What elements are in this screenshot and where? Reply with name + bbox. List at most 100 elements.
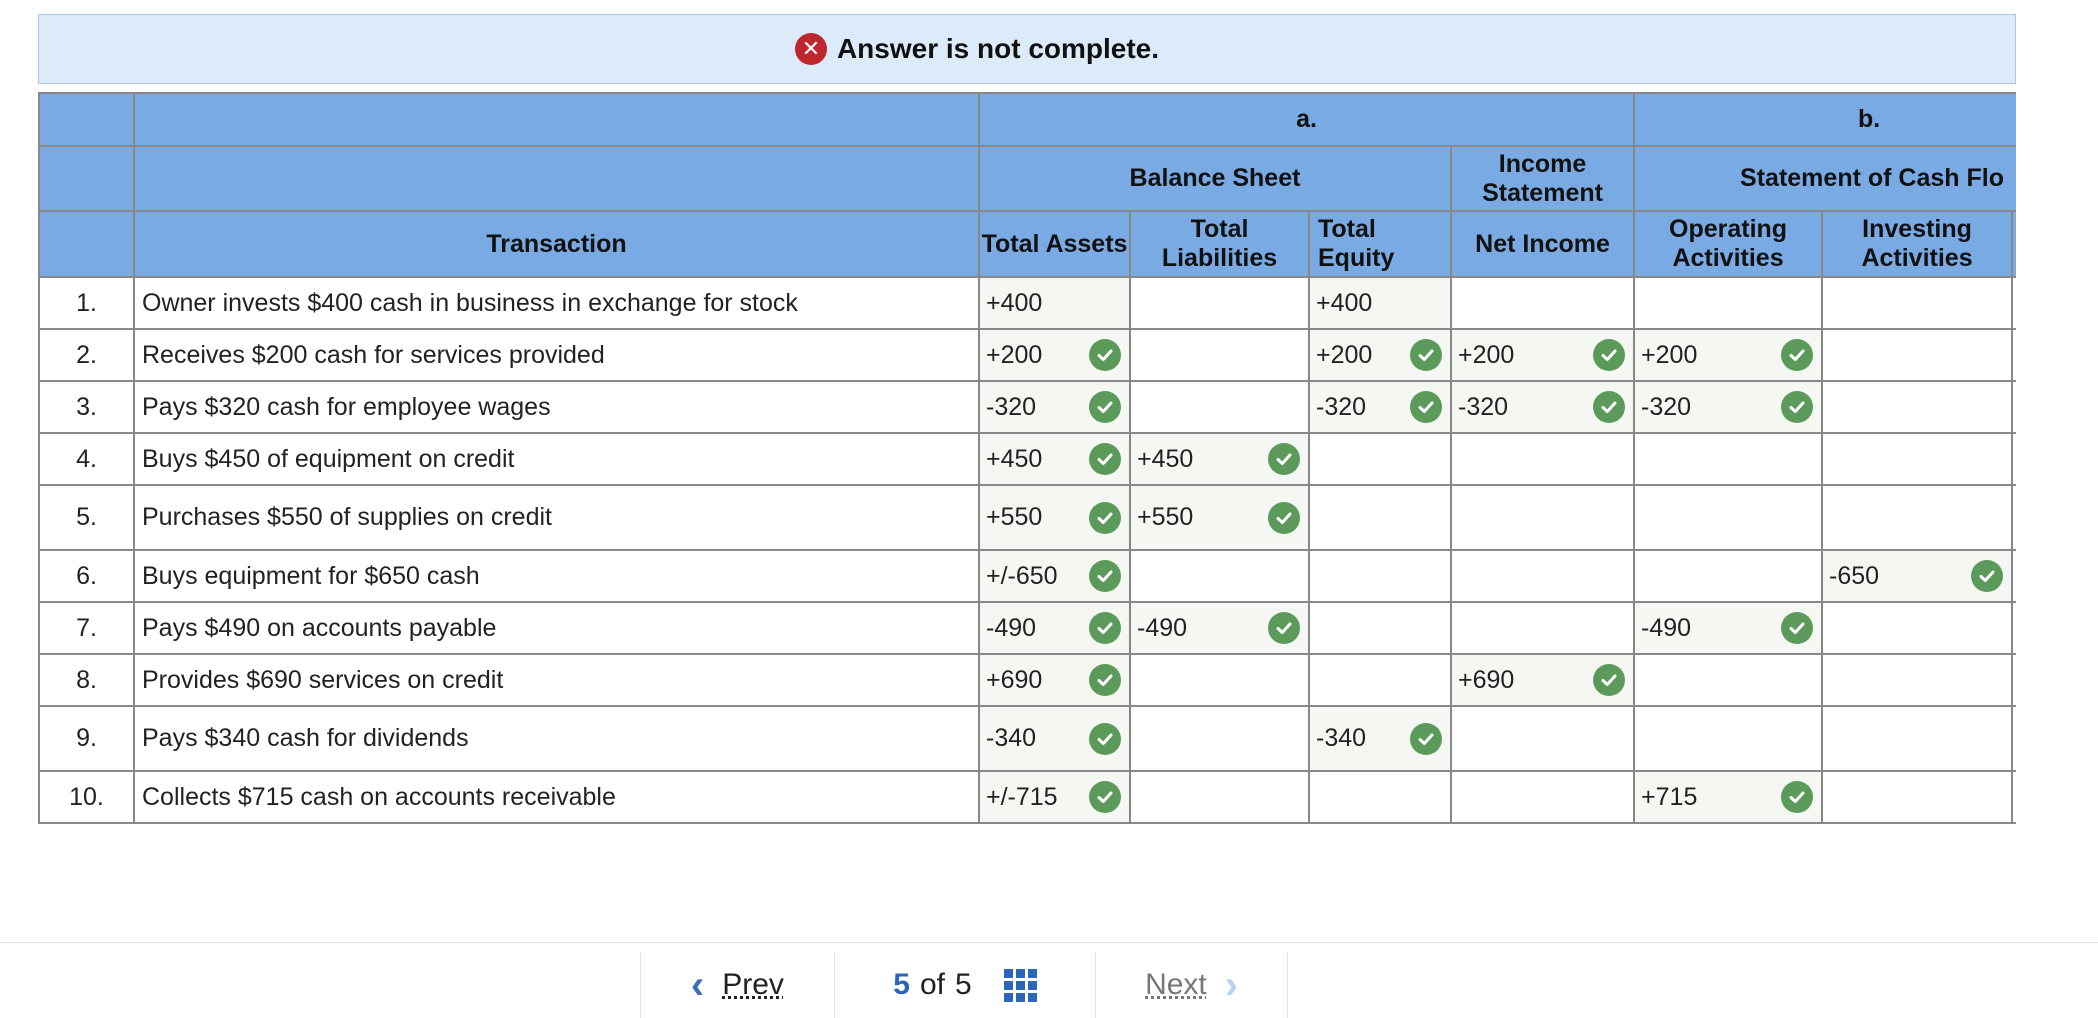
answer-cell-net-income[interactable] — [1449, 705, 1636, 772]
answer-input[interactable] — [1310, 486, 1450, 549]
answer-input[interactable] — [1310, 434, 1450, 484]
answer-cell-assets[interactable]: +/-715 — [978, 770, 1131, 824]
answer-cell-equity[interactable]: +200 — [1308, 328, 1452, 382]
answer-input[interactable] — [1823, 707, 2011, 770]
answer-input[interactable]: -320 — [1635, 382, 1822, 432]
answer-cell-liabilities[interactable] — [1129, 705, 1310, 772]
answer-input[interactable]: +200 — [1310, 330, 1450, 380]
answer-input[interactable]: -320 — [1310, 382, 1450, 432]
answer-input[interactable] — [1823, 330, 2011, 380]
answer-cell-operating[interactable]: -320 — [1633, 380, 1824, 434]
answer-cell-operating[interactable] — [1633, 484, 1824, 551]
answer-cell-liabilities[interactable]: -490 — [1129, 601, 1310, 655]
answer-cell-investing[interactable] — [1821, 432, 2014, 486]
answer-cell-operating[interactable] — [1633, 276, 1824, 330]
answer-input[interactable] — [1131, 278, 1308, 328]
answer-input[interactable] — [1131, 551, 1308, 601]
answer-cell-investing[interactable] — [1821, 380, 2014, 434]
answer-cell-operating[interactable] — [1633, 432, 1824, 486]
answer-input[interactable]: -340 — [1310, 707, 1450, 770]
answer-cell-equity[interactable] — [1308, 484, 1452, 551]
answer-input[interactable] — [1310, 551, 1450, 601]
answer-input[interactable] — [1635, 486, 1821, 549]
answer-cell-assets[interactable]: +550 — [978, 484, 1131, 551]
next-button[interactable]: Next › — [1095, 952, 1288, 1018]
answer-cell-liabilities[interactable]: +450 — [1129, 432, 1310, 486]
answer-input[interactable] — [1823, 655, 2011, 705]
answer-cell-net-income[interactable] — [1449, 432, 1636, 486]
answer-input[interactable]: +400 — [1310, 278, 1450, 328]
answer-cell-operating[interactable] — [1633, 705, 1824, 772]
answer-cell-operating[interactable] — [1633, 653, 1824, 707]
answer-input[interactable] — [1635, 434, 1821, 484]
answer-cell-net-income[interactable]: +200 — [1449, 328, 1636, 382]
answer-input[interactable] — [1131, 707, 1308, 770]
answer-cell-equity[interactable] — [1308, 549, 1452, 603]
answer-input[interactable] — [1823, 772, 2011, 822]
answer-cell-assets[interactable]: -340 — [978, 705, 1131, 772]
answer-cell-liabilities[interactable] — [1129, 276, 1310, 330]
answer-cell-operating[interactable]: -490 — [1633, 601, 1824, 655]
answer-cell-operating[interactable] — [1633, 549, 1824, 603]
answer-input[interactable]: +715 — [1635, 772, 1822, 822]
answer-input[interactable] — [1823, 486, 2011, 549]
answer-input[interactable] — [1310, 772, 1450, 822]
answer-cell-liabilities[interactable] — [1129, 549, 1310, 603]
answer-input[interactable]: +550 — [980, 486, 1129, 549]
answer-cell-equity[interactable] — [1308, 770, 1452, 824]
answer-input[interactable]: +200 — [1635, 330, 1822, 380]
answer-cell-assets[interactable]: +/-650 — [978, 549, 1131, 603]
answer-input[interactable] — [1452, 434, 1633, 484]
answer-input[interactable] — [1452, 707, 1633, 770]
answer-input[interactable]: -490 — [1131, 603, 1308, 653]
answer-cell-net-income[interactable] — [1449, 549, 1636, 603]
answer-input[interactable]: +450 — [980, 434, 1129, 484]
answer-input[interactable] — [1131, 772, 1308, 822]
answer-cell-investing[interactable]: -650 — [1821, 549, 2014, 603]
answer-cell-net-income[interactable]: +690 — [1449, 653, 1636, 707]
answer-input[interactable] — [1635, 655, 1821, 705]
answer-cell-investing[interactable] — [1821, 770, 2014, 824]
answer-input[interactable]: -320 — [1452, 382, 1634, 432]
answer-cell-investing[interactable] — [1821, 484, 2014, 551]
answer-cell-net-income[interactable] — [1449, 770, 1636, 824]
answer-cell-assets[interactable]: +400 — [978, 276, 1131, 330]
answer-input[interactable] — [1823, 434, 2011, 484]
answer-input[interactable] — [1131, 382, 1308, 432]
answer-cell-liabilities[interactable] — [1129, 328, 1310, 382]
answer-cell-investing[interactable] — [1821, 705, 2014, 772]
answer-cell-equity[interactable] — [1308, 601, 1452, 655]
answer-input[interactable] — [1131, 330, 1308, 380]
answer-input[interactable]: +690 — [1452, 655, 1634, 705]
answer-cell-equity[interactable] — [1308, 432, 1452, 486]
answer-cell-investing[interactable] — [1821, 601, 2014, 655]
answer-input[interactable] — [1131, 655, 1308, 705]
answer-input[interactable] — [1635, 707, 1821, 770]
answer-input[interactable] — [1823, 278, 2011, 328]
answer-cell-assets[interactable]: -490 — [978, 601, 1131, 655]
answer-cell-assets[interactable]: +200 — [978, 328, 1131, 382]
grid-icon[interactable] — [1003, 968, 1037, 1002]
answer-input[interactable]: +450 — [1131, 434, 1308, 484]
answer-input[interactable] — [1310, 655, 1450, 705]
answer-input[interactable] — [1823, 603, 2011, 653]
answer-cell-assets[interactable]: +690 — [978, 653, 1131, 707]
answer-cell-net-income[interactable] — [1449, 276, 1636, 330]
answer-cell-liabilities[interactable]: +550 — [1129, 484, 1310, 551]
answer-cell-operating[interactable]: +200 — [1633, 328, 1824, 382]
answer-input[interactable]: +/-650 — [980, 551, 1129, 601]
answer-input[interactable]: -490 — [980, 603, 1129, 653]
answer-cell-assets[interactable]: +450 — [978, 432, 1131, 486]
answer-cell-liabilities[interactable] — [1129, 770, 1310, 824]
answer-input[interactable] — [1635, 278, 1821, 328]
answer-input[interactable]: +200 — [980, 330, 1129, 380]
answer-cell-investing[interactable] — [1821, 276, 2014, 330]
answer-cell-operating[interactable]: +715 — [1633, 770, 1824, 824]
prev-button[interactable]: ‹ Prev — [640, 952, 834, 1018]
answer-cell-net-income[interactable] — [1449, 601, 1636, 655]
answer-input[interactable]: +/-715 — [980, 772, 1129, 822]
answer-cell-equity[interactable] — [1308, 653, 1452, 707]
answer-cell-investing[interactable] — [1821, 653, 2014, 707]
answer-cell-liabilities[interactable] — [1129, 653, 1310, 707]
answer-input[interactable]: -490 — [1635, 603, 1822, 653]
